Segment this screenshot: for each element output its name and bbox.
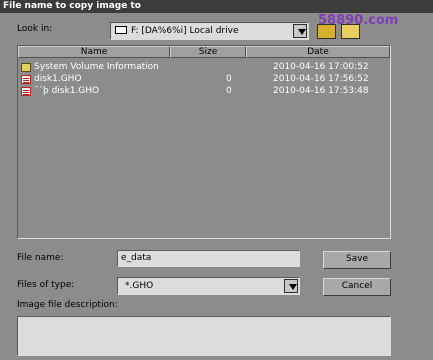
look-in-value: F: [DA%6%i] Local drive — [131, 26, 239, 36]
file-date: 2010-04-16 17:00:52 — [273, 62, 369, 72]
file-type-value: *.GHO — [125, 281, 154, 291]
file-name: ˜´þ disk1.GHO — [34, 86, 100, 96]
column-header-name[interactable]: Name — [18, 46, 170, 58]
folder-icon — [21, 63, 31, 72]
description-label: Image file description: — [17, 300, 118, 310]
ghost-file-icon — [21, 75, 31, 84]
file-list[interactable]: Name Size Date System Volume Information… — [17, 45, 391, 239]
column-header-date[interactable]: Date — [246, 46, 390, 58]
column-header-size[interactable]: Size — [170, 46, 246, 58]
look-in-dropdown-button[interactable] — [293, 24, 307, 38]
dialog-title: File name to copy image to — [0, 0, 433, 13]
save-button[interactable]: Save — [323, 251, 391, 269]
look-in-label: Look in: — [17, 24, 53, 34]
description-textarea[interactable] — [17, 316, 391, 356]
watermark-logo: 58890.com — [318, 13, 399, 28]
file-type-label: Files of type: — [17, 280, 75, 290]
file-date: 2010-04-16 17:53:48 — [273, 86, 369, 96]
file-name: disk1.GHO — [34, 74, 82, 84]
file-type-dropdown-button[interactable] — [284, 279, 298, 293]
list-item[interactable]: ˜´þ disk1.GHO 0 2010-04-16 17:53:48 — [21, 86, 376, 97]
file-name-label: File name: — [17, 253, 64, 263]
file-name-input[interactable]: e_data — [117, 250, 300, 267]
save-button-label: Save — [345, 254, 369, 264]
cancel-button-label: Cancel — [341, 281, 373, 291]
drive-icon — [115, 26, 127, 34]
list-item[interactable]: disk1.GHO 0 2010-04-16 17:56:52 — [21, 74, 376, 85]
file-size: 0 — [226, 86, 232, 96]
file-type-combo[interactable]: *.GHO — [117, 277, 300, 295]
file-size: 0 — [226, 74, 232, 84]
file-date: 2010-04-16 17:56:52 — [273, 74, 369, 84]
ghost-file-icon — [21, 87, 31, 96]
list-item[interactable]: System Volume Information 2010-04-16 17:… — [21, 62, 376, 73]
file-name: System Volume Information — [34, 62, 159, 72]
look-in-combo[interactable]: F: [DA%6%i] Local drive — [110, 22, 309, 40]
cancel-button[interactable]: Cancel — [323, 278, 391, 296]
